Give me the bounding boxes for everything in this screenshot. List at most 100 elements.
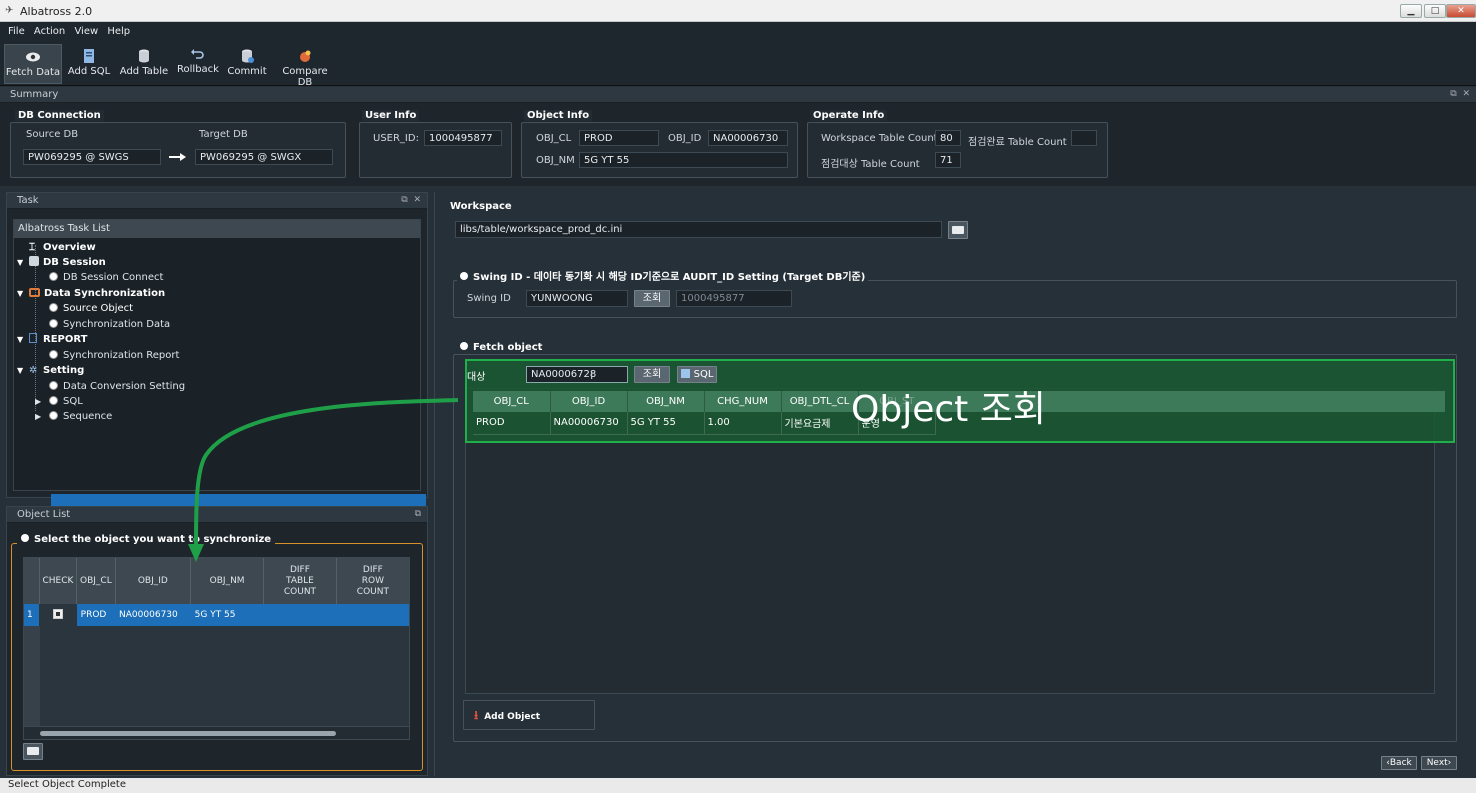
panel-controls-icon[interactable]: ⧉ ✕ bbox=[401, 195, 421, 205]
minimize-button[interactable]: ▁ bbox=[1400, 4, 1422, 18]
sql-button[interactable]: SQL bbox=[677, 366, 717, 383]
tree-item-report[interactable]: ▼ REPORT bbox=[17, 332, 87, 347]
fetch-data-button[interactable]: Fetch Data bbox=[4, 44, 62, 84]
col-chg-num[interactable]: CHG_NUM bbox=[704, 391, 782, 412]
workspace-count-field[interactable]: 80 bbox=[935, 130, 961, 146]
done-count-field[interactable] bbox=[1071, 130, 1097, 146]
compare-db-button[interactable]: Compare DB bbox=[274, 44, 336, 88]
cell-obj-cl: PROD bbox=[473, 412, 551, 435]
source-db-field[interactable]: PW069295 @ SWGS bbox=[23, 149, 161, 165]
task-panel: Task ⧉ ✕ Albatross Task List ⌶ Overview ▼… bbox=[6, 192, 428, 509]
tree-item-setting[interactable]: ▼ ✲ Setting bbox=[17, 363, 84, 378]
tree-item-sequence[interactable]: ▶ Sequence bbox=[35, 409, 112, 424]
node-dot-icon bbox=[49, 411, 58, 420]
folder-icon bbox=[952, 226, 964, 234]
menu-help[interactable]: Help bbox=[107, 22, 130, 37]
workspace-count-label: Workspace Table Count bbox=[821, 133, 938, 144]
row-obj-cl: PROD bbox=[76, 604, 116, 626]
row-obj-nm: 5G YT 55 bbox=[190, 604, 264, 626]
database-commit-icon bbox=[242, 49, 254, 63]
compare-db-icon bbox=[300, 50, 311, 62]
col-diff-row-count[interactable]: DIFF ROW COUNT bbox=[336, 558, 409, 604]
rollback-button[interactable]: Rollback bbox=[176, 44, 220, 84]
table-row[interactable]: 1 PROD NA00006730 5G YT 55 bbox=[24, 604, 409, 626]
scrollbar-thumb[interactable] bbox=[40, 731, 336, 736]
user-id-field[interactable]: 1000495877 bbox=[424, 130, 502, 146]
add-table-button[interactable]: Add Table bbox=[118, 44, 170, 84]
collapse-arrow-icon: ▼ bbox=[17, 289, 24, 298]
back-button[interactable]: ‹Back bbox=[1381, 756, 1417, 770]
tree-item-data-conversion-setting[interactable]: Data Conversion Setting bbox=[49, 379, 185, 394]
tree-item-synchronization-data[interactable]: Synchronization Data bbox=[49, 317, 170, 332]
col-check[interactable]: CHECK bbox=[39, 558, 78, 604]
object-info-title: Object Info bbox=[524, 110, 593, 121]
cell-obj-nm: 5G YT 55 bbox=[627, 412, 705, 435]
fetch-lookup-button[interactable]: 조회 bbox=[634, 366, 670, 383]
add-object-button[interactable]: ⭳ Add Object bbox=[463, 700, 595, 730]
db-connection-title: DB Connection bbox=[15, 110, 104, 121]
col-diff-table-count[interactable]: DIFF TABLE COUNT bbox=[263, 558, 337, 604]
node-dot-icon bbox=[49, 319, 58, 328]
target-count-field[interactable]: 71 bbox=[935, 152, 961, 168]
add-sql-button[interactable]: Add SQL bbox=[66, 44, 112, 84]
col-obj-nm[interactable]: OBJ_NM bbox=[190, 558, 265, 604]
target-db-label: Target DB bbox=[199, 129, 248, 140]
node-dot-icon bbox=[49, 381, 58, 390]
bullet-icon bbox=[21, 534, 29, 542]
node-dot-icon bbox=[49, 350, 58, 359]
target-input[interactable]: NA00006728 bbox=[526, 366, 628, 383]
commit-button[interactable]: Commit bbox=[226, 44, 268, 84]
col-obj-cl[interactable]: OBJ_CL bbox=[473, 391, 551, 412]
col-obj-id[interactable]: OBJ_ID bbox=[115, 558, 192, 604]
obj-cl-field[interactable]: PROD bbox=[579, 130, 659, 146]
collapse-arrow-icon: ▼ bbox=[17, 335, 24, 344]
tree-item-synchronization-report[interactable]: Synchronization Report bbox=[49, 348, 179, 363]
eye-icon bbox=[26, 52, 40, 62]
swing-id-field[interactable]: YUNWOONG bbox=[526, 290, 628, 307]
menu-action[interactable]: Action bbox=[34, 22, 65, 37]
workspace-path-field[interactable]: libs/table/workspace_prod_dc.ini bbox=[455, 221, 942, 238]
row-checkbox[interactable] bbox=[39, 604, 77, 626]
bullet-icon bbox=[460, 342, 468, 350]
db-session-icon bbox=[29, 256, 39, 266]
report-icon bbox=[29, 333, 37, 343]
workspace-folder-button[interactable] bbox=[948, 221, 968, 239]
col-obj-id[interactable]: OBJ_ID bbox=[550, 391, 628, 412]
next-button[interactable]: Next› bbox=[1421, 756, 1457, 770]
cell-obj-id: NA00006730 bbox=[550, 412, 628, 435]
swing-lookup-button[interactable]: 조회 bbox=[634, 290, 670, 307]
col-obj-dtl-cl[interactable]: OBJ_DTL_CL bbox=[781, 391, 859, 412]
object-list-panel: Object List ⧉ Select the object you want… bbox=[6, 506, 428, 776]
col-obj-cl[interactable]: OBJ_CL bbox=[76, 558, 116, 604]
target-db-field[interactable]: PW069295 @ SWGX bbox=[195, 149, 333, 165]
fetch-object-title: Fetch object bbox=[457, 342, 546, 353]
database-icon bbox=[139, 49, 149, 63]
node-dot-icon bbox=[49, 272, 58, 281]
menu-view[interactable]: View bbox=[74, 22, 98, 37]
row-diff-row-count bbox=[336, 604, 409, 626]
col-obj-nm[interactable]: OBJ_NM bbox=[627, 391, 705, 412]
horizontal-scrollbar[interactable] bbox=[24, 726, 409, 739]
row-number: 1 bbox=[24, 604, 40, 626]
panel-restore-icon[interactable]: ⧉ bbox=[415, 509, 421, 519]
menu-file[interactable]: File bbox=[8, 22, 25, 37]
tree-item-db-session-connect[interactable]: DB Session Connect bbox=[49, 270, 163, 285]
checkbox-icon[interactable] bbox=[52, 608, 63, 619]
tree-item-data-synchronization[interactable]: ▼ Data Synchronization bbox=[17, 286, 165, 301]
operate-info-title: Operate Info bbox=[810, 110, 888, 121]
maximize-button[interactable]: □ bbox=[1424, 4, 1446, 18]
close-button[interactable]: ✕ bbox=[1446, 4, 1476, 18]
tree-item-overview[interactable]: ⌶ Overview bbox=[29, 240, 96, 255]
row-diff-table-count bbox=[263, 604, 337, 626]
title-bar: ✈ Albatross 2.0 ▁ □ ✕ bbox=[0, 0, 1476, 22]
obj-nm-field[interactable]: 5G YT 55 bbox=[579, 152, 788, 168]
done-count-label: 점검완료 Table Count bbox=[968, 137, 1067, 148]
tree-item-sql[interactable]: ▶ SQL bbox=[35, 394, 83, 409]
obj-id-field[interactable]: NA00006730 bbox=[708, 130, 788, 146]
tree-item-source-object[interactable]: Source Object bbox=[49, 301, 133, 316]
cell-chg-num: 1.00 bbox=[704, 412, 782, 435]
obj-id-label: OBJ_ID bbox=[668, 133, 702, 144]
panel-controls-icon[interactable]: ⧉ ✕ bbox=[1450, 89, 1470, 99]
open-folder-button[interactable] bbox=[23, 743, 43, 760]
tree-item-db-session[interactable]: ▼ DB Session bbox=[17, 255, 106, 270]
